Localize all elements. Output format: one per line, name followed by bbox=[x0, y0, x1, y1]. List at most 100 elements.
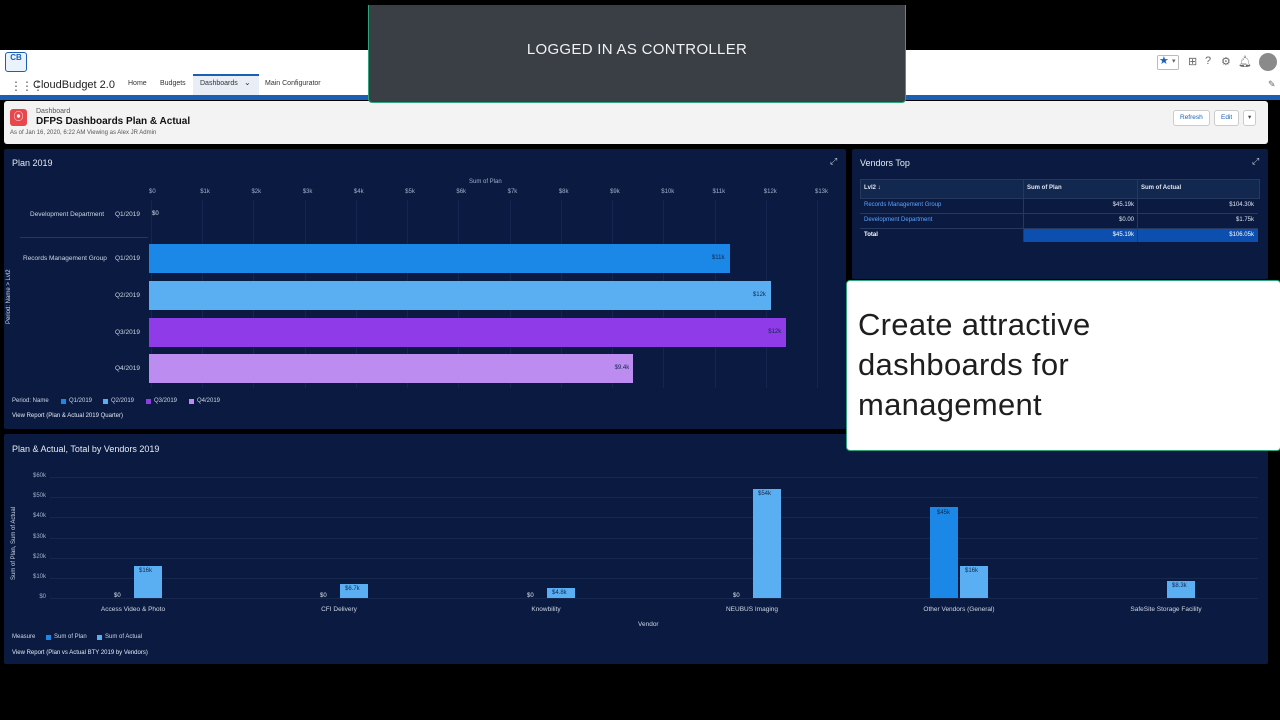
x-tick-label: $12k bbox=[763, 189, 777, 195]
x-tick-label: $7k bbox=[507, 189, 518, 195]
app-logo[interactable]: CB bbox=[5, 52, 27, 72]
gridline bbox=[817, 200, 818, 388]
actual-value-label: $54k bbox=[758, 491, 772, 498]
x-tick-label: $3k bbox=[302, 189, 313, 195]
x-tick-label: $2k bbox=[251, 189, 262, 195]
y-tick-label: $20k bbox=[32, 553, 46, 560]
x-tick-label: $5k bbox=[405, 189, 415, 195]
legend-swatch bbox=[189, 399, 194, 404]
legend-item-plan[interactable]: Sum of Plan bbox=[54, 634, 87, 640]
chevron-down-icon[interactable]: ⌄ bbox=[244, 78, 251, 87]
column-divider bbox=[1137, 179, 1138, 242]
favorites-chevron-icon[interactable]: ▾ bbox=[1172, 57, 1176, 65]
tab-home[interactable]: Home bbox=[128, 80, 147, 87]
gridline bbox=[50, 577, 1258, 579]
legend-swatch bbox=[146, 399, 151, 404]
period-label: Q1/2019 bbox=[115, 211, 140, 218]
legend-swatch-plan bbox=[46, 635, 51, 640]
legend-item[interactable]: Q4/2019 bbox=[197, 398, 220, 404]
expand-icon[interactable]: ⤢ bbox=[1252, 156, 1259, 167]
row-plan: $45.19k bbox=[1112, 202, 1134, 208]
x-tick-label: $0 bbox=[149, 189, 156, 195]
vendors-chart-panel bbox=[4, 434, 1268, 664]
gridline bbox=[50, 517, 1258, 519]
total-plan: $45.19k bbox=[1112, 232, 1134, 238]
x-tick-label: $6k bbox=[456, 189, 467, 195]
actual-bar bbox=[753, 489, 781, 598]
vendor-tick-label: Other Vendors (General) bbox=[923, 606, 995, 613]
gridline bbox=[50, 598, 1258, 599]
column-header-plan[interactable]: Sum of Plan bbox=[1027, 185, 1062, 191]
y-axis-title: Sum of Plan, Sum of Actual bbox=[11, 506, 17, 580]
avatar[interactable] bbox=[1259, 53, 1277, 71]
x-axis-title: Vendor bbox=[638, 621, 659, 628]
legend-title: Period: Name bbox=[12, 398, 49, 404]
legend-title: Measure bbox=[12, 634, 36, 640]
vendors-chart-title: Plan & Actual, Total by Vendors 2019 bbox=[12, 444, 160, 454]
view-report-link[interactable]: View Report (Plan vs Actual BTY 2019 by … bbox=[12, 650, 148, 656]
refresh-button[interactable]: Refresh bbox=[1173, 110, 1210, 126]
gridline bbox=[50, 497, 1258, 499]
x-tick-label: $8k bbox=[558, 189, 569, 195]
vendor-tick-label: SafeSite Storage Facility bbox=[1130, 606, 1202, 613]
vendor-tick-label: NEUBUS Imaging bbox=[725, 606, 779, 613]
legend-item[interactable]: Q1/2019 bbox=[69, 398, 92, 404]
tab-budgets[interactable]: Budgets bbox=[160, 80, 186, 87]
period-label: Q4/2019 bbox=[115, 365, 140, 372]
feature-callout-text: Create attractive dashboards for managem… bbox=[858, 307, 1091, 422]
expand-icon[interactable]: ⤢ bbox=[830, 156, 837, 167]
y-axis-title: Period: Name > Lvl2 bbox=[6, 269, 12, 324]
legend-item[interactable]: Q3/2019 bbox=[154, 398, 177, 404]
bar-value-label: $0 bbox=[152, 211, 159, 217]
y-tick-label: $40k bbox=[32, 513, 46, 520]
y-tick-label: $30k bbox=[32, 533, 46, 540]
gear-icon[interactable]: ⚙ bbox=[1221, 55, 1231, 68]
view-report-link[interactable]: View Report (Plan & Actual 2019 Quarter) bbox=[12, 413, 123, 419]
row-plan: $0.00 bbox=[1118, 217, 1134, 223]
dashboard-header bbox=[4, 101, 1268, 144]
edit-nav-icon[interactable]: ✎ bbox=[1268, 79, 1276, 90]
page-title: DFPS Dashboards Plan & Actual bbox=[36, 116, 191, 127]
y-tick-label: $60k bbox=[32, 473, 46, 479]
plan-value-label: $0 bbox=[527, 593, 534, 599]
help-icon[interactable]: ? bbox=[1205, 55, 1211, 67]
tab-main-configurator[interactable]: Main Configurator bbox=[265, 80, 321, 87]
column-header-lvl2[interactable]: Lvl2 ↓ bbox=[864, 185, 881, 191]
row-name-link[interactable]: Records Management Group bbox=[864, 202, 941, 208]
actual-value-label: $8.3k bbox=[1172, 583, 1187, 590]
row-name-link[interactable]: Development Department bbox=[864, 217, 932, 223]
plan-bar bbox=[930, 507, 958, 598]
group-label-records: Records Management Group bbox=[23, 255, 107, 262]
record-type-label: Dashboard bbox=[36, 108, 71, 115]
period-label: Q1/2019 bbox=[115, 255, 140, 262]
vendors-top-title: Vendors Top bbox=[860, 158, 910, 168]
bell-icon[interactable]: 🔔︎ bbox=[1238, 55, 1252, 68]
plan-value-label: $0 bbox=[114, 593, 121, 599]
legend-item[interactable]: Q2/2019 bbox=[111, 398, 134, 404]
gridline bbox=[50, 537, 1258, 539]
plan-bar bbox=[149, 354, 633, 383]
dashboard-icon: ⦿ bbox=[10, 109, 27, 126]
star-icon[interactable]: ★ bbox=[1159, 54, 1169, 67]
vendor-tick-label: Knowbility bbox=[531, 606, 561, 613]
tab-dashboards[interactable]: Dashboards bbox=[200, 80, 238, 87]
x-axis-title: Sum of Plan bbox=[469, 179, 502, 185]
edit-button[interactable]: Edit bbox=[1214, 110, 1240, 126]
x-tick-label: $1k bbox=[200, 189, 210, 195]
column-header-actual[interactable]: Sum of Actual bbox=[1141, 185, 1181, 191]
x-tick-label: $10k bbox=[661, 189, 675, 195]
more-actions-button[interactable]: ▾ bbox=[1243, 110, 1257, 126]
vendor-tick-label: Access Video & Photo bbox=[100, 606, 166, 613]
legend-item-actual[interactable]: Sum of Actual bbox=[105, 634, 142, 640]
plan-bar bbox=[149, 244, 730, 273]
actual-value-label: $16k bbox=[965, 567, 979, 574]
legend-swatch bbox=[61, 399, 66, 404]
bar-value-label: $12k bbox=[768, 329, 782, 335]
bar-value-label: $11k bbox=[711, 255, 725, 261]
add-icon[interactable]: ⊞ bbox=[1188, 55, 1197, 68]
actual-value-label: $6.7k bbox=[345, 586, 360, 593]
gridline bbox=[50, 477, 1258, 478]
actual-value-label: $16k bbox=[139, 567, 153, 574]
total-actual: $106.05k bbox=[1229, 232, 1254, 238]
app-name: CloudBudget 2.0 bbox=[33, 79, 115, 91]
